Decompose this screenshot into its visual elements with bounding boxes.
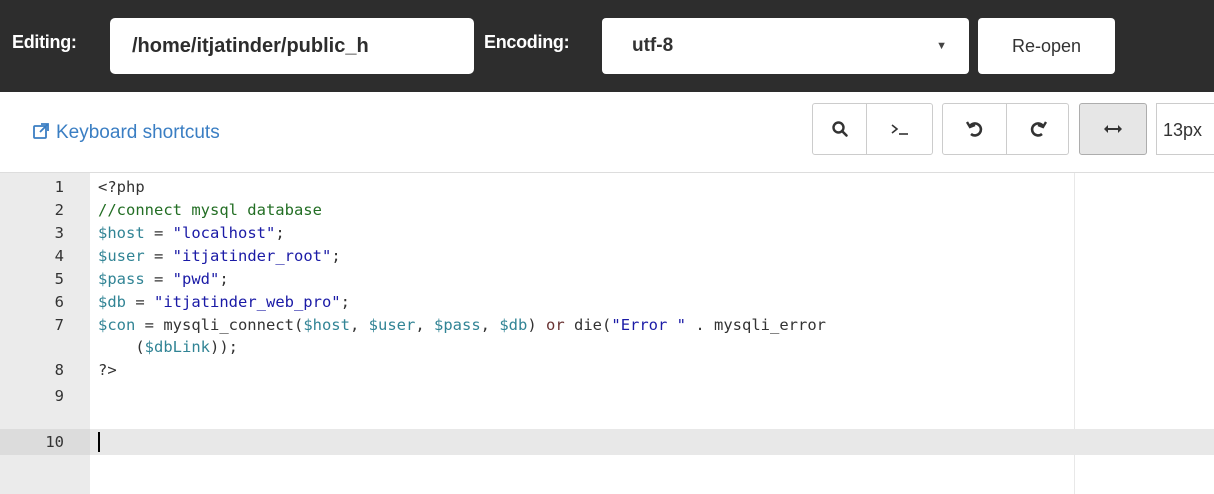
external-link-icon	[33, 123, 49, 139]
terminal-icon	[891, 124, 908, 135]
command-line-button[interactable]	[866, 103, 933, 155]
line-code: $con = mysqli_connect($host, $user, $pas…	[98, 314, 826, 337]
file-path-field[interactable]: /home/itjatinder/public_h	[110, 18, 474, 74]
code-line: 2 //connect mysql database	[0, 199, 1214, 222]
code-token: )	[527, 316, 547, 334]
code-editor[interactable]: 1 <?php 2 //connect mysql database 3 $host = …	[0, 172, 1214, 494]
code-token: ;	[275, 224, 285, 242]
code-token: $pass	[98, 270, 145, 288]
line-code: $db = "itjatinder_web_pro";	[98, 291, 350, 314]
code-token: //connect mysql database	[98, 201, 322, 219]
code-token: "pwd"	[172, 270, 220, 288]
code-token: ;	[340, 293, 350, 311]
redo-icon	[1030, 121, 1047, 137]
code-line: 1 <?php	[0, 176, 1214, 199]
code-token: $db	[98, 293, 126, 311]
line-code: ?>	[98, 359, 117, 382]
code-line: 3 $host = "localhost";	[0, 222, 1214, 245]
code-token: $host	[303, 316, 350, 334]
code-token: =	[144, 224, 173, 242]
code-token: =	[126, 293, 154, 311]
undo-icon	[965, 121, 982, 137]
code-token: $pass	[434, 316, 481, 334]
code-token: =	[144, 270, 173, 288]
line-number: 9	[54, 387, 64, 405]
undo-button[interactable]	[942, 103, 1007, 155]
line-number: 1	[54, 178, 64, 196]
reopen-button[interactable]: Re-open	[978, 18, 1115, 74]
line-code: <?php	[98, 176, 145, 199]
code-line: 8 ?>	[0, 359, 1214, 382]
code-token: ;	[331, 247, 341, 265]
font-size-select[interactable]: 13px	[1156, 103, 1214, 155]
code-token: $db	[499, 316, 528, 334]
code-line: 4 $user = "itjatinder_root";	[0, 245, 1214, 268]
code-token: <?php	[98, 178, 145, 196]
code-line: 5 $pass = "pwd";	[0, 268, 1214, 291]
code-token: or	[546, 316, 565, 334]
code-token: die(	[564, 316, 612, 334]
line-number: 7	[54, 316, 64, 334]
line-number: 4	[54, 247, 64, 265]
code-token: $dbLink	[144, 338, 210, 356]
line-code: $pass = "pwd";	[98, 268, 229, 291]
encoding-value: utf-8	[632, 35, 674, 56]
line-code: //connect mysql database	[98, 199, 322, 222]
encoding-label: Encoding:	[484, 32, 570, 52]
code-token: ;	[219, 270, 229, 288]
code-line: 9	[0, 385, 1214, 408]
code-line: ($dbLink));	[0, 336, 1214, 359]
editing-label: Editing:	[12, 32, 77, 52]
line-number: 2	[54, 201, 64, 219]
keyboard-shortcuts-label: Keyboard shortcuts	[56, 122, 220, 143]
redo-button[interactable]	[1006, 103, 1069, 155]
code-token: ,	[415, 316, 434, 334]
caret-down-icon: ▼	[936, 40, 947, 52]
code-token: ,	[349, 316, 369, 334]
code-token: (	[98, 338, 145, 356]
search-button[interactable]	[812, 103, 867, 155]
code-token: ,	[480, 316, 500, 334]
line-number: 5	[54, 270, 64, 288]
encoding-select[interactable]: utf-8 ▼	[602, 18, 969, 74]
code-line: 6 $db = "itjatinder_web_pro";	[0, 291, 1214, 314]
code-token: . mysqli_error	[686, 316, 826, 334]
code-token: $con	[98, 316, 136, 334]
file-editor-header: Editing: /home/itjatinder/public_h Encod…	[0, 0, 1214, 92]
code-token: "localhost"	[172, 224, 276, 242]
line-number: 3	[54, 224, 64, 242]
line-code: ($dbLink));	[98, 336, 238, 359]
line-number: 8	[54, 361, 64, 379]
code-token: $user	[98, 247, 145, 265]
line-code: $host = "localhost";	[98, 222, 285, 245]
code-token: $user	[368, 316, 416, 334]
line-number: 6	[54, 293, 64, 311]
code-line: 7 $con = mysqli_connect($host, $user, $pa…	[0, 314, 1214, 337]
code-token: ));	[210, 338, 238, 356]
code-token: =	[144, 247, 173, 265]
code-token: ?>	[98, 361, 117, 379]
line-number: 10	[45, 433, 64, 451]
code-token: "itjatinder_root"	[172, 247, 332, 265]
code-line: 10	[0, 431, 1214, 454]
editor-toolbar: Keyboard shortcuts 13px	[0, 92, 1214, 172]
line-code: $user = "itjatinder_root";	[98, 245, 341, 268]
search-icon	[831, 121, 848, 137]
text-cursor	[98, 432, 100, 452]
code-token: "itjatinder_web_pro"	[154, 293, 341, 311]
code-token: $host	[98, 224, 145, 242]
code-token: "Error "	[611, 316, 687, 334]
keyboard-shortcuts-link[interactable]: Keyboard shortcuts	[32, 122, 220, 144]
wrap-toggle-button[interactable]	[1079, 103, 1147, 155]
arrows-horizontal-icon	[1104, 125, 1122, 133]
code-token: = mysqli_connect(	[135, 316, 304, 334]
